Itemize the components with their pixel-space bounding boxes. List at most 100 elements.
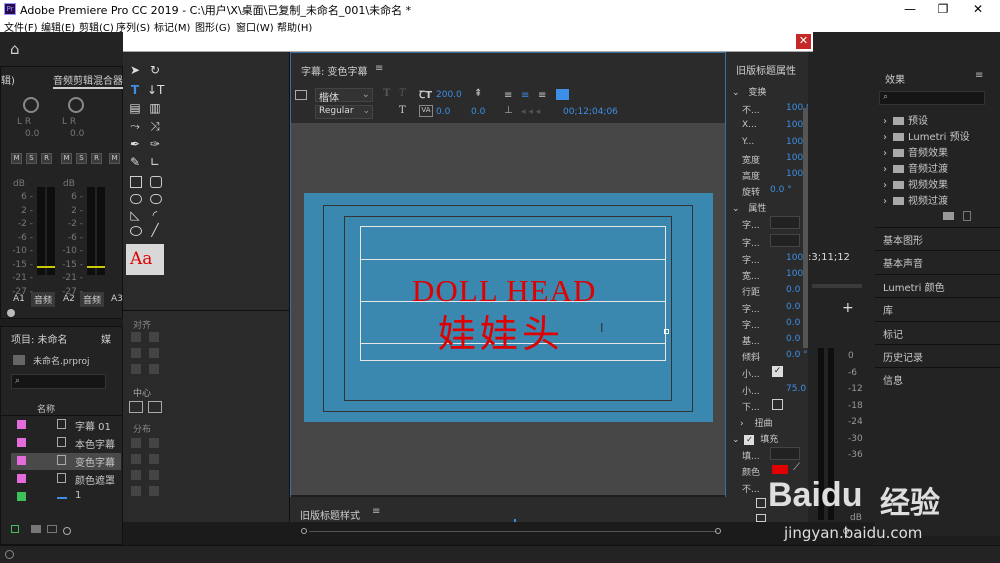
align-center-h-icon[interactable] [131, 348, 141, 358]
distribute-left-icon[interactable] [131, 438, 141, 448]
mute-button-a3[interactable]: M [109, 153, 120, 164]
area-type-tool-icon[interactable]: ▤ [127, 100, 143, 116]
rounded-corner-tool-icon[interactable] [150, 194, 162, 204]
prop-row[interactable]: 字... 0.0 [742, 318, 800, 331]
resize-handle[interactable] [664, 329, 669, 334]
panel-essential-graphics[interactable]: 基本图形 [875, 227, 1000, 249]
motion-icon[interactable]: ◂ ◂ ◂ [521, 107, 540, 117]
arc-tool-icon[interactable]: ◜ [147, 207, 163, 223]
pan-knob-a2[interactable] [68, 97, 84, 113]
eyedropper-icon[interactable]: ⟋ [793, 462, 800, 473]
transform-section[interactable]: ⌄ 变换 [732, 85, 766, 98]
scroll-handle[interactable] [7, 309, 15, 317]
align-left-text-icon[interactable]: ≡ [504, 90, 512, 101]
trash-icon[interactable] [963, 211, 971, 221]
fill-color-swatch[interactable] [772, 465, 788, 474]
align-left-icon[interactable] [131, 332, 141, 342]
close-dialog-button[interactable]: ✕ [796, 34, 811, 49]
fill-checkbox[interactable]: ✓ [744, 435, 755, 445]
prop-row[interactable]: 倾斜 0.0 ° [742, 350, 808, 363]
rectangle-tool-icon[interactable] [130, 176, 142, 188]
font-style-dropdown[interactable] [770, 234, 800, 247]
list-item[interactable]: 1 [11, 489, 121, 506]
selection-tool-icon[interactable]: ➤ [127, 62, 143, 78]
panel-lumetri-color[interactable]: Lumetri 颜色 [875, 274, 1000, 296]
clipped-corner-tool-icon[interactable] [130, 194, 142, 204]
distribute-top-icon[interactable] [149, 438, 159, 448]
align-bottom-icon[interactable] [149, 364, 159, 374]
column-name-header[interactable]: 名称 [37, 402, 55, 415]
prop-row[interactable]: 宽度 100.0 [742, 153, 812, 166]
properties-section[interactable]: ⌄ 属性 [732, 201, 766, 214]
align-right-icon[interactable] [131, 364, 141, 374]
effects-item-audio-effects[interactable]: › 音频效果 [883, 144, 948, 159]
prop-row[interactable]: 字... 100.0 [742, 253, 812, 266]
add-anchor-tool-icon[interactable]: ✎ [127, 154, 143, 170]
wedge-tool-icon[interactable]: ◺ [127, 207, 143, 223]
mute-button-a2[interactable]: M [61, 153, 72, 164]
channel-name-a2[interactable]: 音频 [80, 292, 105, 307]
font-family-dropdown[interactable] [770, 216, 800, 229]
kerning-value[interactable]: 0.0 [436, 107, 450, 117]
convert-anchor-tool-icon[interactable]: ∟ [147, 154, 163, 170]
new-bin-icon[interactable] [943, 212, 954, 220]
prop-row[interactable]: 不...100.0 % [742, 103, 823, 116]
pan-knob-a1[interactable] [23, 97, 39, 113]
bold-icon[interactable]: T [383, 88, 390, 99]
align-top-icon[interactable] [149, 332, 159, 342]
align-right-text-icon[interactable]: ≡ [538, 90, 546, 101]
pen-tool-icon[interactable]: ✒ [127, 136, 143, 152]
distribute-v-spacing-icon[interactable] [149, 486, 159, 496]
line-tool-icon[interactable]: ╱ [147, 222, 163, 238]
prop-row[interactable]: 字... [742, 218, 760, 231]
texture-checkbox[interactable] [756, 514, 766, 522]
record-button-a1[interactable]: R [41, 153, 52, 164]
effects-item-audio-transitions[interactable]: › 音频过渡 [883, 160, 948, 175]
effects-item-video-transitions[interactable]: › 视频过渡 [883, 192, 948, 207]
show-background-video-icon[interactable] [295, 90, 307, 100]
prop-row[interactable]: 下... [742, 400, 760, 413]
align-center-text-icon[interactable]: ≡ [521, 90, 529, 101]
prop-row[interactable]: Y... 100.0 [742, 137, 812, 147]
home-icon[interactable]: ⌂ [10, 40, 28, 58]
style-sample-swatch[interactable]: Aa [126, 244, 164, 275]
tab-media-browser[interactable]: 媒 [101, 331, 111, 346]
center-vertical-icon[interactable] [148, 401, 162, 413]
tab-title-editor[interactable]: 字幕: 变色字幕 [301, 63, 368, 78]
minimize-button[interactable]: — [895, 0, 925, 18]
list-item[interactable]: 本色字幕 [11, 435, 121, 452]
lock-icon[interactable] [11, 525, 19, 533]
prop-row[interactable]: 不... [742, 482, 760, 495]
prop-row[interactable]: 小... [742, 367, 760, 380]
prop-row[interactable]: 行距 0.0 [742, 285, 800, 298]
prop-row[interactable]: 填... [742, 449, 760, 462]
effects-search-input[interactable]: ⌕ [879, 91, 985, 105]
vertical-type-tool-icon[interactable]: ↓T [147, 82, 164, 98]
tab-legacy-title-styles[interactable]: 旧版标题样式 [300, 507, 360, 522]
prop-row[interactable]: 基... 0.0 [742, 334, 800, 347]
list-item[interactable]: 字幕 01 [11, 417, 121, 434]
distribute-center-icon[interactable] [131, 454, 141, 464]
list-item[interactable]: 颜色遮罩 [11, 471, 121, 488]
vertical-path-type-tool-icon[interactable]: ⤨ [147, 118, 163, 134]
timecode-value[interactable]: 00;12;04;06 [563, 107, 618, 117]
prop-row[interactable]: 高度 100.0 [742, 169, 812, 182]
panel-tab-edit[interactable]: 辑) [1, 72, 15, 87]
record-button-a2[interactable]: R [91, 153, 102, 164]
distort-section[interactable]: › 扭曲 [740, 416, 773, 429]
panel-libraries[interactable]: 库 [875, 297, 1000, 319]
align-center-v-icon[interactable] [149, 348, 159, 358]
tab-stops-icon[interactable]: ⊥ [504, 105, 513, 116]
list-item[interactable]: 变色字幕 [11, 453, 121, 470]
small-caps-checkbox[interactable]: ✓ [772, 366, 783, 377]
fader-a2[interactable] [87, 266, 105, 268]
fill-section[interactable]: ⌄ ✓ 填充 [732, 432, 778, 445]
prop-row[interactable]: 小... 75.0 % [742, 384, 817, 397]
panel-info[interactable]: 信息 [875, 367, 1000, 389]
panel-menu-icon[interactable]: ≡ [375, 63, 383, 74]
project-search-input[interactable]: ⌕ [11, 374, 106, 389]
font-style-select[interactable]: Regular ⌄ [315, 105, 373, 119]
leading-value[interactable]: 0.0 [471, 107, 485, 117]
distribute-right-icon[interactable] [131, 470, 141, 480]
solo-button-a2[interactable]: S [76, 153, 87, 164]
